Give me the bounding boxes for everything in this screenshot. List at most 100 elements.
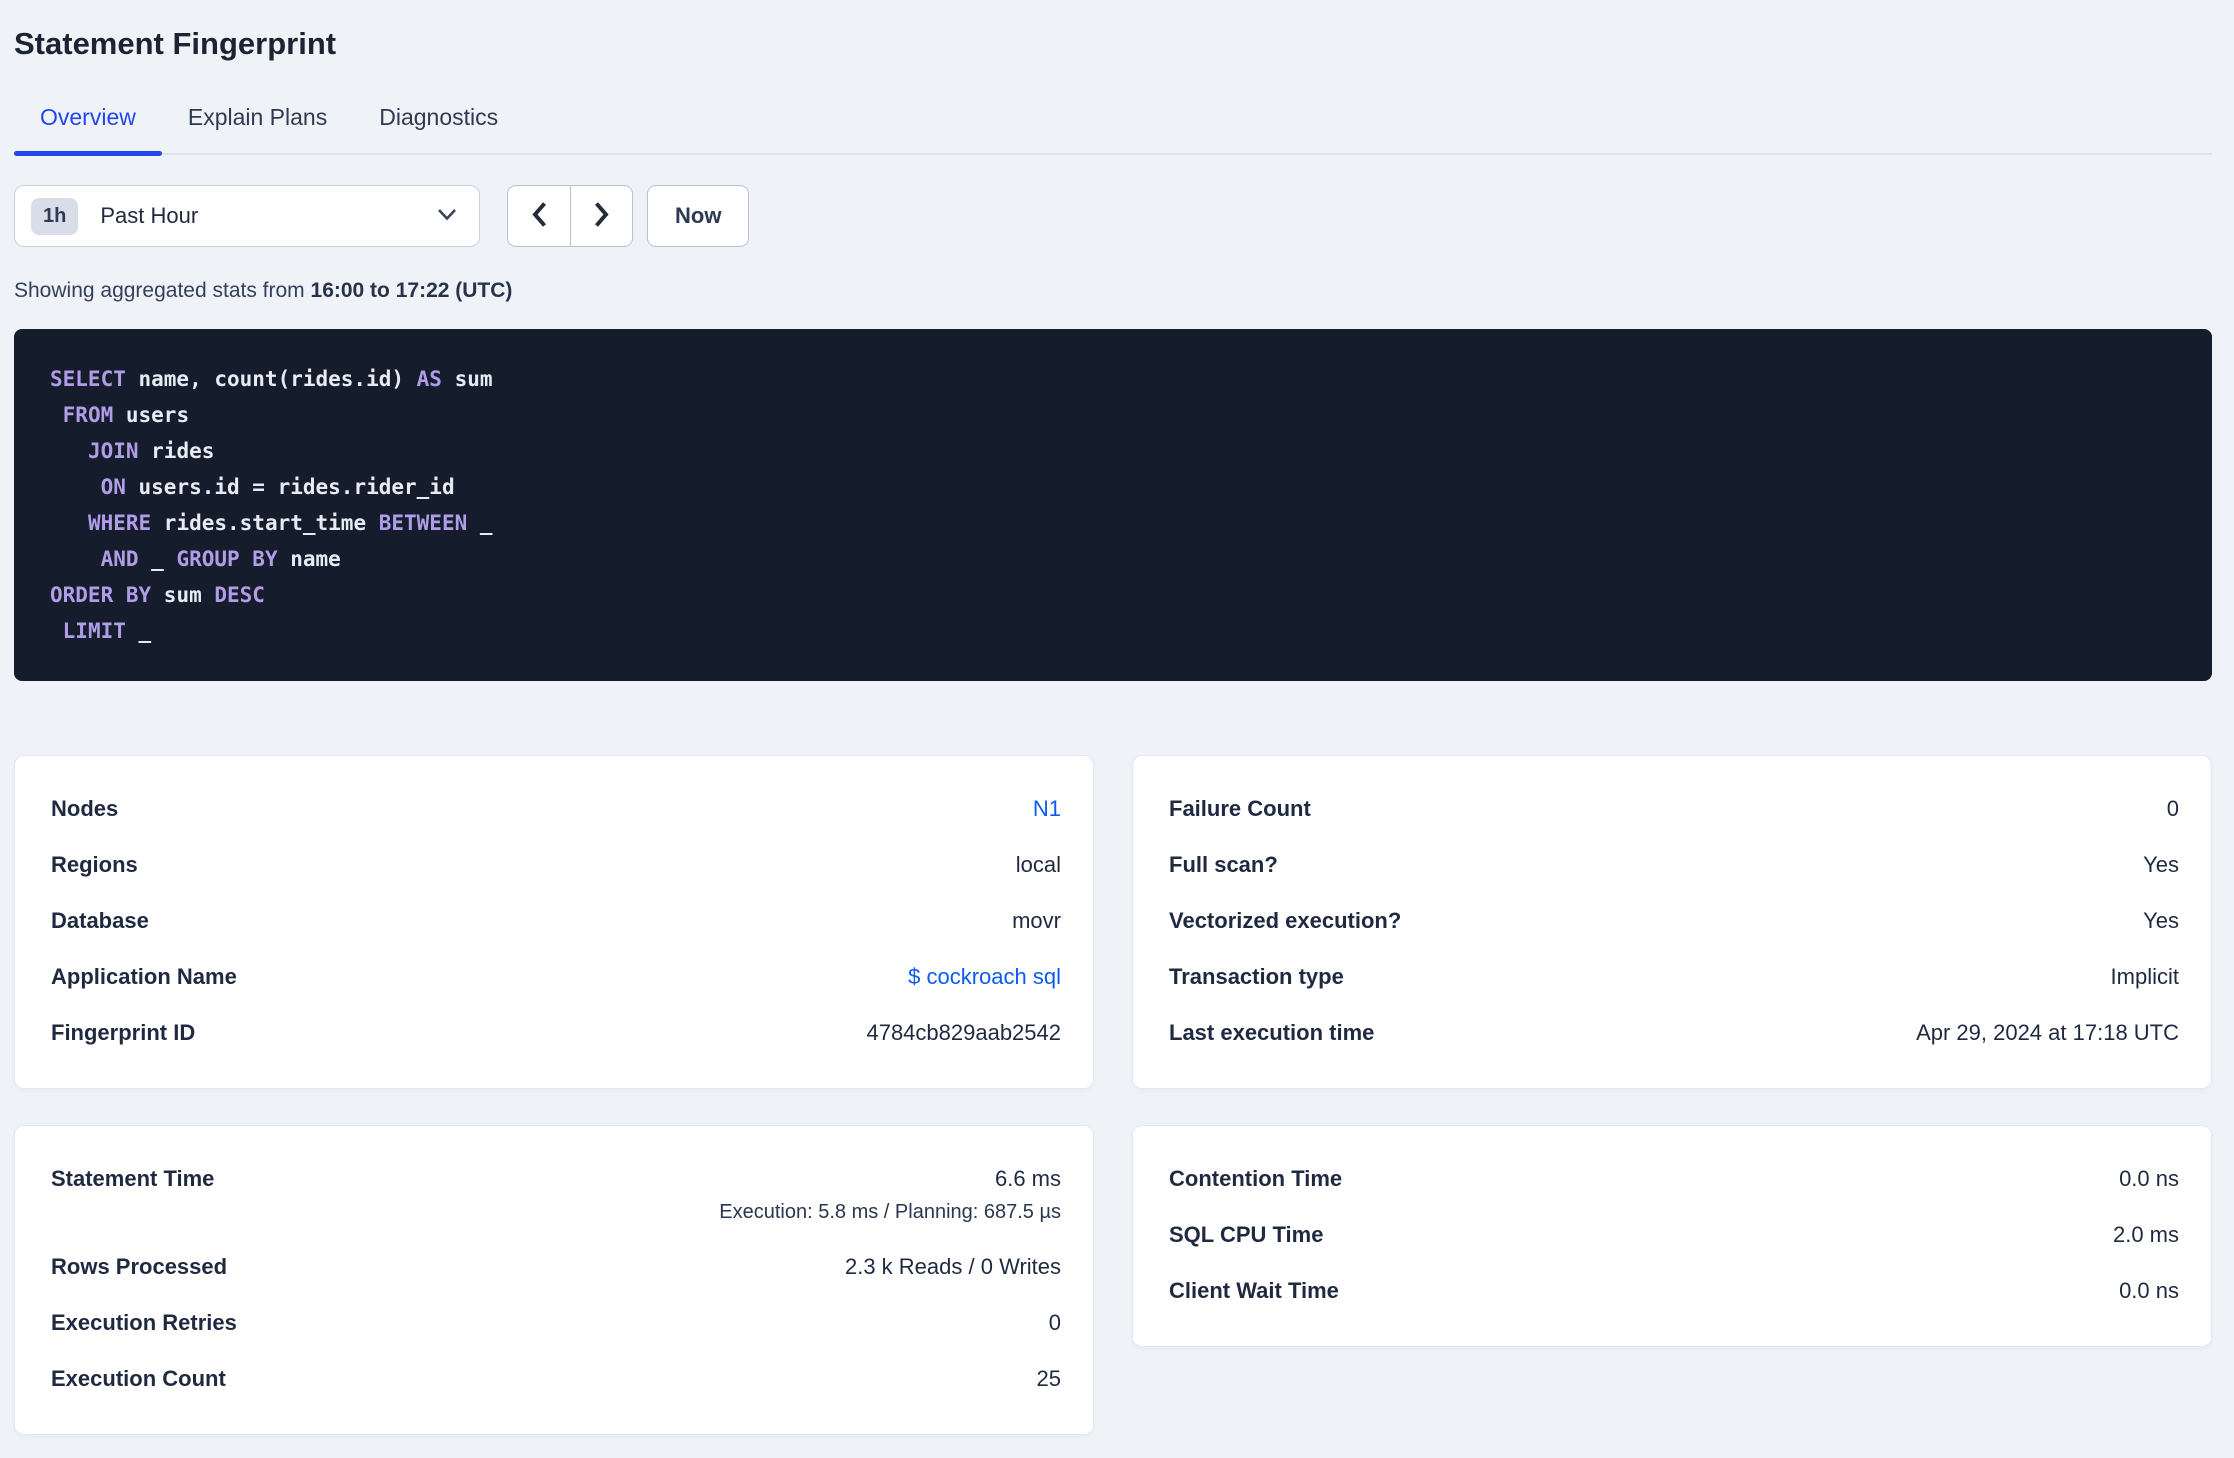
prev-time-button[interactable]: [508, 186, 570, 246]
sql-keyword: JOIN: [87, 439, 139, 463]
statement-fingerprint-page: Statement Fingerprint Overview Explain Pl…: [0, 0, 2234, 1435]
stat-value-wrap: 2.3 k Reads / 0 Writes: [845, 1254, 1061, 1280]
sql-token: rides: [138, 439, 215, 463]
stat-value-wrap: movr: [1012, 908, 1061, 934]
sql-statement-box: SELECT name, count(rides.id) AS sum FROM…: [14, 329, 2212, 681]
stat-value-wrap: Implicit: [2111, 964, 2179, 990]
stat-label: Fingerprint ID: [51, 1020, 196, 1045]
stat-value: movr: [1012, 908, 1061, 933]
stat-row: Statement Time 6.6 ms Execution: 5.8 ms / …: [51, 1166, 1061, 1224]
stat-value: Yes: [2143, 852, 2179, 877]
time-pager: [507, 185, 633, 247]
sql-keyword: WHERE: [87, 511, 152, 535]
stat-value: local: [1015, 852, 1061, 877]
sql-token: _: [125, 619, 152, 643]
stat-label: Full scan?: [1169, 852, 1278, 877]
stat-value-wrap: 0: [2167, 796, 2179, 822]
chevron-down-icon: [437, 208, 457, 224]
stat-value-wrap: 25: [1037, 1366, 1061, 1392]
stat-value-wrap: 0.0 ns: [2119, 1166, 2179, 1192]
stat-value: 6.6 ms: [994, 1166, 1061, 1191]
sql-token: name, count(rides.id): [125, 367, 417, 391]
stat-row: Application Name $ cockroach sql: [51, 964, 1061, 990]
sql-keyword: ORDER BY: [50, 583, 152, 607]
sql-line: WHERE rides.start_time BETWEEN _: [50, 505, 2176, 541]
sql-keyword: DESC: [214, 583, 265, 607]
stat-value-wrap: 2.0 ms: [2113, 1222, 2179, 1248]
sql-token: users: [113, 403, 190, 427]
stat-row: Execution Count 25: [51, 1366, 1061, 1392]
stat-row: Last execution time Apr 29, 2024 at 17:18…: [1169, 1020, 2179, 1046]
tab-explain-plans[interactable]: Explain Plans: [162, 104, 353, 153]
stat-value: 2.0 ms: [2112, 1222, 2179, 1247]
stats-cards-grid: Nodes N1 Regions local Database movr Applicati…: [14, 755, 2212, 1435]
stat-row: Full scan? Yes: [1169, 852, 2179, 878]
sql-line: JOIN rides: [50, 433, 2176, 469]
stat-label: Rows Processed: [51, 1254, 228, 1279]
stat-value-link[interactable]: N1: [1033, 796, 1061, 822]
overview-card-left: Nodes N1 Regions local Database movr Applicati…: [14, 755, 1094, 1089]
stat-label: Contention Time: [1169, 1166, 1343, 1191]
stat-row: Transaction type Implicit: [1169, 964, 2179, 990]
stat-value: 25: [1036, 1366, 1061, 1391]
stat-value-link[interactable]: $ cockroach sql: [908, 964, 1061, 990]
tab-overview[interactable]: Overview: [14, 104, 162, 156]
sql-keyword: AS: [416, 367, 442, 391]
stat-value-wrap: 0: [1049, 1310, 1061, 1336]
stat-row: Regions local: [51, 852, 1061, 878]
stat-value: Implicit: [2110, 964, 2179, 989]
now-button[interactable]: Now: [647, 185, 750, 247]
stat-row: Rows Processed 2.3 k Reads / 0 Writes: [51, 1254, 1061, 1280]
stat-label: Regions: [51, 852, 138, 877]
stat-row: Nodes N1: [51, 796, 1061, 822]
sql-token: _: [138, 547, 177, 571]
sql-keyword: BETWEEN: [378, 511, 468, 535]
stat-row: Client Wait Time 0.0 ns: [1169, 1278, 2179, 1304]
stats-summary: Showing aggregated stats from 16:00 to 1…: [14, 279, 2212, 303]
stat-value: 0.0 ns: [2119, 1278, 2179, 1303]
stat-value-wrap: Yes: [2143, 852, 2179, 878]
sql-token: users.id = rides.rider_id: [125, 475, 455, 499]
stat-value-wrap: 4784cb829aab2542: [866, 1020, 1061, 1046]
stat-label: Execution Count: [51, 1366, 226, 1391]
stat-value: 0: [2166, 796, 2179, 821]
stats-summary-range: 16:00 to 17:22 (UTC): [310, 279, 513, 302]
stats-summary-prefix: Showing aggregated stats from: [14, 279, 311, 302]
time-picker-toolbar: 1h Past Hour Now: [14, 185, 2212, 247]
stat-value-wrap: N1: [1033, 796, 1061, 822]
sql-token: rides.start_time: [151, 511, 379, 535]
sql-line: ON users.id = rides.rider_id: [50, 469, 2176, 505]
time-interval-badge: 1h: [31, 197, 79, 235]
sql-token: sum: [151, 583, 215, 607]
tab-diagnostics[interactable]: Diagnostics: [353, 104, 524, 153]
sql-line: SELECT name, count(rides.id) AS sum: [50, 361, 2176, 397]
page-title: Statement Fingerprint: [14, 26, 337, 61]
stat-row: Vectorized execution? Yes: [1169, 908, 2179, 934]
next-time-button[interactable]: [570, 186, 632, 246]
stat-value-wrap: Apr 29, 2024 at 17:18 UTC: [1916, 1020, 2179, 1046]
stat-value: Apr 29, 2024 at 17:18 UTC: [1916, 1020, 2179, 1045]
stat-label: Vectorized execution?: [1169, 908, 1402, 933]
sql-token: _: [467, 511, 493, 535]
stat-label: Statement Time: [51, 1166, 215, 1191]
sql-keyword: LIMIT: [62, 619, 126, 643]
tab-bar: Overview Explain Plans Diagnostics: [14, 104, 2212, 156]
sql-keyword: AND: [100, 547, 139, 571]
stat-label: Database: [51, 908, 149, 933]
stat-subvalue: Execution: 5.8 ms / Planning: 687.5 µs: [719, 1201, 1061, 1223]
stat-value-wrap: 0.0 ns: [2119, 1278, 2179, 1304]
stat-label: Failure Count: [1169, 796, 1311, 821]
stat-row: Contention Time 0.0 ns: [1169, 1166, 2179, 1192]
stat-value: 4784cb829aab2542: [866, 1020, 1061, 1045]
stat-row: SQL CPU Time 2.0 ms: [1169, 1222, 2179, 1248]
timings-card-right: Contention Time 0.0 ns SQL CPU Time 2.0 ms C…: [1132, 1125, 2212, 1347]
stat-value: 0.0 ns: [2119, 1166, 2179, 1191]
sql-line: LIMIT _: [50, 613, 2176, 649]
sql-token: sum: [441, 367, 493, 391]
overview-card-right: Failure Count 0 Full scan? Yes Vectorized ex…: [1132, 755, 2212, 1089]
time-interval-dropdown[interactable]: 1h Past Hour: [14, 185, 480, 247]
sql-line: AND _ GROUP BY name: [50, 541, 2176, 577]
stat-label: Nodes: [51, 796, 119, 821]
